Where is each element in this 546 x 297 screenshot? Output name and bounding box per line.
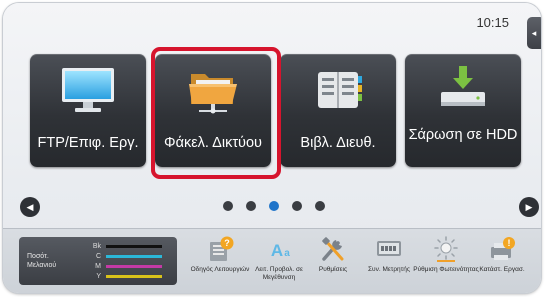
svg-text:?: ?: [224, 238, 230, 248]
toner-quantity-panel[interactable]: Ποσότ. Μελανιού Bk C M Y: [19, 237, 177, 285]
tile-network-folder[interactable]: Φάκελ. Δικτύου: [155, 54, 271, 167]
tile-label: Βιβλ. Διευθ.: [300, 135, 376, 151]
toner-level-bar: [106, 275, 162, 278]
enlarge-display-icon: A a: [271, 241, 290, 260]
total-count-button[interactable]: Συν. Μετρητής: [360, 233, 418, 291]
chevron-right-icon: ▶: [525, 201, 533, 212]
monitor-icon: [62, 68, 114, 112]
svg-text:a: a: [284, 248, 290, 259]
next-page-button[interactable]: ▶: [519, 197, 539, 217]
network-folder-icon: [189, 74, 237, 114]
chevron-left-icon: ◂: [531, 27, 537, 38]
page-dot[interactable]: [292, 201, 302, 211]
touch-panel-screen: 10:15 ◂ FTP/Επιφ. Εργ. Φάκελ. Δικτύου Βι…: [3, 3, 541, 293]
clock: 10:15: [476, 15, 509, 30]
scan-to-hdd-icon: [441, 66, 485, 106]
toner-row-yellow: Y: [91, 272, 175, 281]
svg-text:A: A: [271, 241, 283, 260]
page-dot[interactable]: [223, 201, 233, 211]
tile-label: Σάρωση σε HDD: [408, 127, 518, 143]
toner-label-line1: Ποσότ.: [27, 253, 49, 260]
toner-row-black: Bk: [91, 242, 175, 251]
tile-label: Φάκελ. Δικτύου: [164, 135, 262, 151]
address-book-icon: [318, 72, 362, 108]
operation-guide-button[interactable]: ? Οδηγός Λειτουργιών: [191, 233, 249, 291]
toner-code: Bk: [92, 243, 101, 250]
brightness-adjust-button[interactable]: Ρύθμιση Φωτεινότητας: [413, 233, 479, 291]
toner-row-cyan: C: [91, 252, 175, 261]
tile-scan-to-hdd[interactable]: Σάρωση σε HDD: [405, 54, 521, 167]
page-indicator: [223, 201, 343, 213]
tile-ftp-desktop[interactable]: FTP/Επιφ. Εργ.: [30, 54, 146, 167]
page-dot[interactable]: [246, 201, 256, 211]
status-toolbar: Ποσότ. Μελανιού Bk C M Y ? Οδηγός Λειτου…: [3, 228, 541, 293]
toner-row-magenta: M: [91, 262, 175, 271]
side-panel-tab[interactable]: ◂: [527, 17, 541, 49]
tile-label: FTP/Επιφ. Εργ.: [37, 135, 139, 151]
toner-code: C: [95, 253, 101, 260]
job-status-icon: !: [491, 237, 515, 260]
chevron-left-icon: ◀: [26, 201, 34, 212]
operation-guide-icon: ?: [210, 236, 234, 261]
home-shortcuts: FTP/Επιφ. Εργ. Φάκελ. Δικτύου Βιβλ. Διευ…: [30, 47, 521, 179]
page-dot-active[interactable]: [269, 201, 279, 211]
enlarge-display-button[interactable]: A a Λειτ. Προβολ. σε Μεγέθυνση: [250, 233, 308, 291]
toner-label: Ποσότ. Μελανιού: [27, 252, 56, 270]
job-status-button[interactable]: ! Κατάστ. Εργασ.: [473, 233, 531, 291]
previous-page-button[interactable]: ◀: [20, 197, 40, 217]
tool-label: Κατάστ. Εργασ.: [479, 266, 525, 273]
settings-button[interactable]: Ρυθμίσεις: [304, 233, 362, 291]
page-dot[interactable]: [315, 201, 325, 211]
svg-text:!: !: [508, 238, 511, 248]
total-count-icon: [377, 241, 401, 256]
toner-code: Y: [96, 273, 101, 280]
toner-level-bar: [106, 265, 162, 268]
settings-tools-icon: [322, 237, 344, 261]
toner-label-line2: Μελανιού: [27, 262, 57, 269]
toner-level-bar: [106, 255, 162, 258]
tile-address-book[interactable]: Βιβλ. Διευθ.: [280, 54, 396, 167]
brightness-icon: [434, 236, 458, 262]
toner-level-bar: [106, 245, 162, 248]
toner-code: M: [95, 263, 101, 270]
